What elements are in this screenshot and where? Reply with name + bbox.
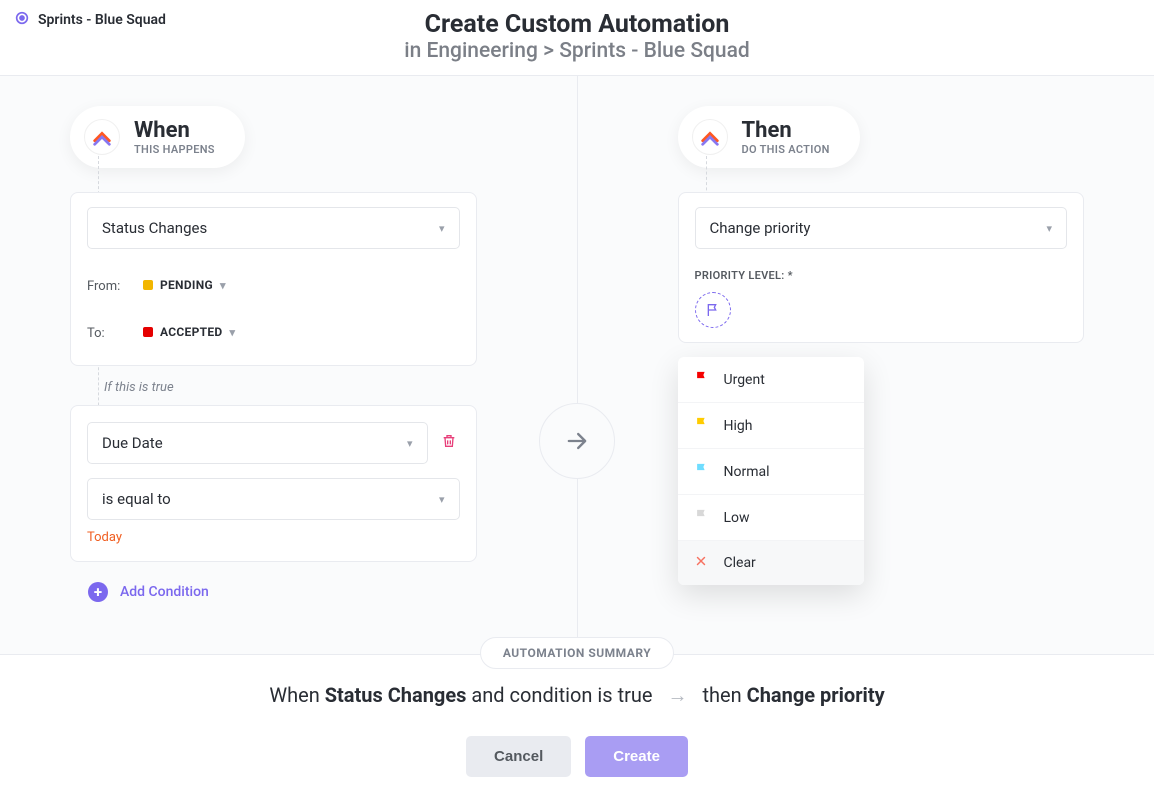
priority-option-low[interactable]: Low xyxy=(678,495,864,541)
chevron-down-icon: ▾ xyxy=(1046,222,1052,235)
trigger-card: Status Changes ▾ From: PENDING ▾ To: ACC… xyxy=(70,192,477,366)
chevron-down-icon: ▾ xyxy=(230,326,236,339)
to-label: To: xyxy=(87,326,139,341)
condition-header: If this is true xyxy=(104,380,477,395)
priority-dropdown: Urgent High Normal Low Clear xyxy=(678,357,864,585)
create-button[interactable]: Create xyxy=(585,736,688,777)
action-select[interactable]: Change priority ▾ xyxy=(695,207,1068,249)
from-status-color xyxy=(143,280,153,290)
from-label: From: xyxy=(87,279,139,294)
priority-option-label: Normal xyxy=(724,464,770,480)
trigger-value: Status Changes xyxy=(102,219,207,237)
from-status-chip[interactable]: PENDING ▾ xyxy=(143,278,226,292)
flag-icon xyxy=(694,416,710,435)
arrow-right-icon: → xyxy=(668,683,688,707)
plus-icon: + xyxy=(88,582,108,602)
priority-option-high[interactable]: High xyxy=(678,403,864,449)
then-column: Then DO THIS ACTION Change priority ▾ PR… xyxy=(578,76,1154,654)
page-subtitle: in Engineering > Sprints - Blue Squad xyxy=(14,39,1140,63)
condition-field-value: Due Date xyxy=(102,434,163,452)
priority-option-normal[interactable]: Normal xyxy=(678,449,864,495)
action-card: Change priority ▾ PRIORITY LEVEL: * xyxy=(678,192,1085,343)
then-title: Then xyxy=(742,118,830,143)
priority-option-label: Low xyxy=(724,510,750,526)
when-title: When xyxy=(134,118,215,143)
chevron-down-icon: ▾ xyxy=(407,437,413,450)
cancel-button[interactable]: Cancel xyxy=(466,736,571,777)
priority-option-label: Urgent xyxy=(724,372,765,388)
to-status-text: ACCEPTED xyxy=(160,325,223,339)
page-title: Create Custom Automation xyxy=(14,10,1140,39)
condition-operator-value: is equal to xyxy=(102,490,171,508)
chevron-down-icon: ▾ xyxy=(439,493,445,506)
clickup-logo-icon xyxy=(84,119,120,155)
condition-card: Due Date ▾ is equal to ▾ Today xyxy=(70,405,477,562)
priority-level-label: PRIORITY LEVEL: * xyxy=(695,269,1068,282)
add-condition-label: Add Condition xyxy=(120,584,209,600)
clickup-logo-icon xyxy=(692,119,728,155)
flag-icon xyxy=(694,508,710,527)
priority-option-clear[interactable]: Clear xyxy=(678,541,864,585)
to-status-chip[interactable]: ACCEPTED ▾ xyxy=(143,325,235,339)
condition-value[interactable]: Today xyxy=(87,530,460,545)
priority-option-urgent[interactable]: Urgent xyxy=(678,357,864,403)
close-icon xyxy=(694,554,710,572)
when-subtitle: THIS HAPPENS xyxy=(134,143,215,156)
priority-picker-button[interactable] xyxy=(695,292,731,328)
to-status-color xyxy=(143,327,153,337)
action-value: Change priority xyxy=(710,219,811,237)
automation-summary-badge: AUTOMATION SUMMARY xyxy=(480,637,674,669)
flag-icon xyxy=(694,370,710,389)
chevron-down-icon: ▾ xyxy=(439,222,445,235)
flag-icon xyxy=(694,462,710,481)
when-header: When THIS HAPPENS xyxy=(70,106,245,168)
priority-option-label: High xyxy=(724,418,753,434)
chevron-down-icon: ▾ xyxy=(220,279,226,292)
from-status-text: PENDING xyxy=(160,278,213,292)
breadcrumb-text: Sprints - Blue Squad xyxy=(38,12,166,28)
location-icon xyxy=(14,10,30,30)
then-subtitle: DO THIS ACTION xyxy=(742,143,830,156)
priority-option-label: Clear xyxy=(724,555,756,571)
add-condition-button[interactable]: + Add Condition xyxy=(88,582,477,602)
automation-summary-text: When Status Changes and condition is tru… xyxy=(0,683,1154,708)
arrow-right-icon xyxy=(539,403,615,479)
trigger-select[interactable]: Status Changes ▾ xyxy=(87,207,460,249)
condition-field-select[interactable]: Due Date ▾ xyxy=(87,422,428,464)
delete-condition-button[interactable] xyxy=(438,433,460,453)
when-column: When THIS HAPPENS Status Changes ▾ From:… xyxy=(0,76,577,654)
condition-operator-select[interactable]: is equal to ▾ xyxy=(87,478,460,520)
